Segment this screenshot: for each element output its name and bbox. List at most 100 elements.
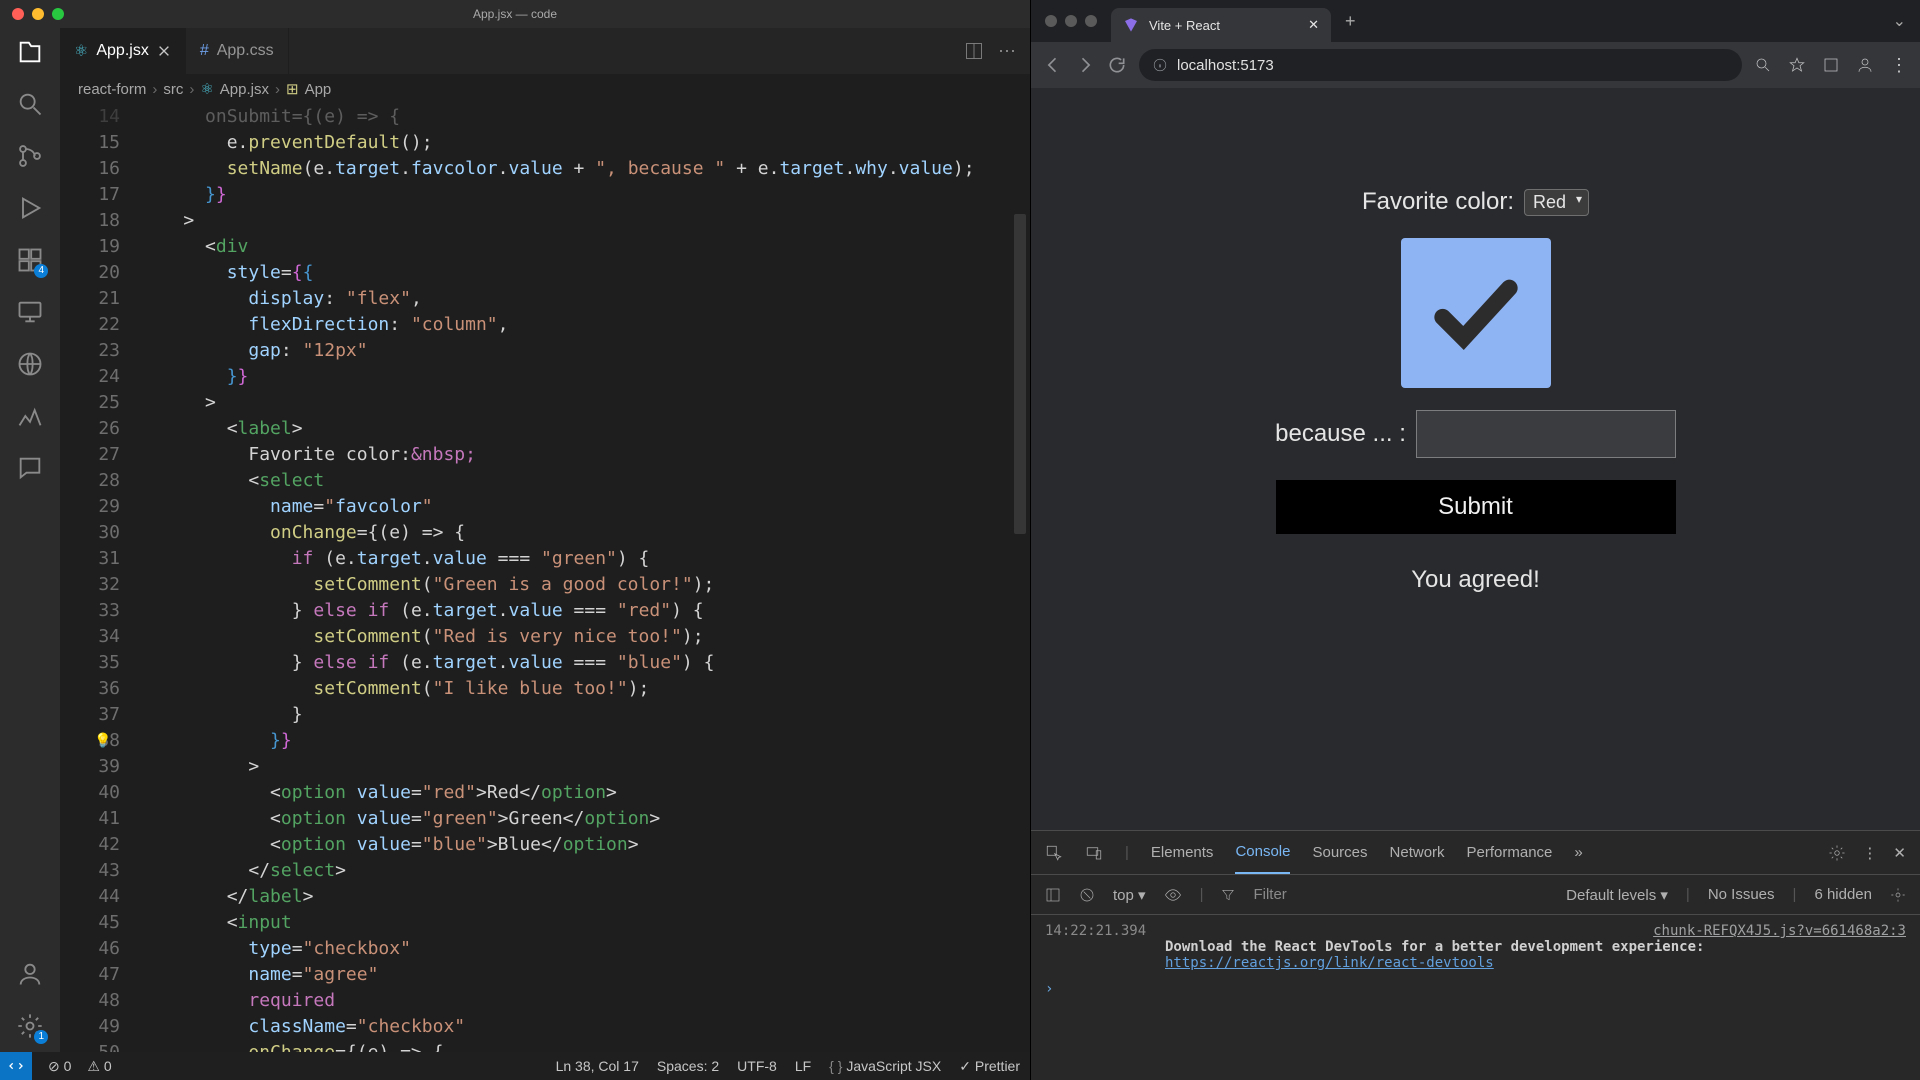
- react-file-icon: ⚛: [200, 80, 213, 98]
- extensions-puzzle-icon[interactable]: [1822, 56, 1840, 74]
- console-settings-icon[interactable]: [1890, 887, 1906, 903]
- close-icon[interactable]: [157, 44, 171, 58]
- search-icon[interactable]: [16, 90, 44, 118]
- more-actions-icon[interactable]: ⋯: [998, 41, 1016, 62]
- submit-button[interactable]: Submit: [1276, 480, 1676, 534]
- devtools-tab-network[interactable]: Network: [1390, 844, 1445, 861]
- tab-app-css[interactable]: # App.css: [186, 28, 289, 74]
- clear-console-icon[interactable]: [1079, 887, 1095, 903]
- mac-zoom[interactable]: [52, 8, 64, 20]
- select-value: Red: [1533, 192, 1566, 212]
- log-levels-dropdown[interactable]: Default levels ▾: [1566, 886, 1668, 904]
- devtools-tab-console[interactable]: Console: [1235, 831, 1290, 874]
- inspect-element-icon[interactable]: [1045, 844, 1063, 862]
- extensions-icon[interactable]: 4: [16, 246, 44, 274]
- live-expression-eye-icon[interactable]: [1164, 886, 1182, 904]
- mac-minimize[interactable]: [1065, 15, 1077, 27]
- status-cursor-position[interactable]: Ln 38, Col 17: [556, 1058, 639, 1074]
- explorer-icon[interactable]: [16, 38, 44, 66]
- because-input[interactable]: [1416, 410, 1676, 458]
- device-toggle-icon[interactable]: [1085, 844, 1103, 862]
- devtools-tab-sources[interactable]: Sources: [1312, 844, 1367, 861]
- source-control-icon[interactable]: [16, 142, 44, 170]
- tab-bar: ⚛ App.jsx # App.css ⋯: [60, 28, 1030, 74]
- split-editor-icon[interactable]: [964, 41, 984, 61]
- profile-avatar-icon[interactable]: [1856, 56, 1874, 74]
- remote-explorer-icon[interactable]: [16, 298, 44, 326]
- vertical-scrollbar[interactable]: [1014, 214, 1026, 534]
- new-tab-button[interactable]: +: [1331, 11, 1370, 32]
- devtools-tab-elements[interactable]: Elements: [1151, 844, 1214, 861]
- breadcrumb-src[interactable]: src: [163, 81, 183, 98]
- back-icon[interactable]: [1043, 55, 1063, 75]
- chevron-right-icon: ›: [189, 81, 194, 98]
- close-icon[interactable]: ✕: [1308, 17, 1319, 33]
- bookmark-star-icon[interactable]: [1788, 56, 1806, 74]
- log-source-link[interactable]: chunk-REFQX4J5.js?v=661468a2:3: [1653, 923, 1906, 939]
- status-formatter[interactable]: ✓ Prettier: [959, 1058, 1020, 1075]
- execution-context[interactable]: top ▾: [1113, 886, 1146, 904]
- url-text: localhost:5173: [1177, 57, 1274, 74]
- mac-minimize[interactable]: [32, 8, 44, 20]
- favorite-color-select[interactable]: Red: [1524, 189, 1589, 216]
- reload-icon[interactable]: [1107, 55, 1127, 75]
- code-editor[interactable]: 1415161718192021222324252627282930313233…: [60, 104, 1030, 1052]
- mac-close[interactable]: [1045, 15, 1057, 27]
- tab-menu-chevron-icon[interactable]: ⌄: [1893, 11, 1906, 31]
- vscode-body: 4 1: [0, 28, 1030, 1052]
- breadcrumb-folder[interactable]: react-form: [78, 81, 146, 98]
- browser-preview-icon[interactable]: [16, 350, 44, 378]
- console-output[interactable]: 14:22:21.394 chunk-REFQX4J5.js?v=661468a…: [1031, 915, 1920, 1080]
- status-eol[interactable]: LF: [795, 1058, 811, 1074]
- chevron-right-icon: ›: [275, 81, 280, 98]
- activity-bar: 4 1: [0, 28, 60, 1052]
- comment-icon[interactable]: [16, 454, 44, 482]
- browser-toolbar: localhost:5173 ⋮: [1031, 42, 1920, 88]
- breadcrumb[interactable]: react-form › src › ⚛ App.jsx › ⊞ App: [60, 74, 1030, 104]
- console-sidebar-icon[interactable]: [1045, 887, 1061, 903]
- breadcrumb-file[interactable]: App.jsx: [220, 81, 269, 98]
- accounts-icon[interactable]: [16, 960, 44, 988]
- status-indent[interactable]: Spaces: 2: [657, 1058, 719, 1074]
- remote-indicator[interactable]: [0, 1052, 32, 1080]
- console-filter-input[interactable]: Filter: [1253, 886, 1548, 903]
- tab-app-jsx[interactable]: ⚛ App.jsx: [60, 28, 186, 74]
- run-debug-icon[interactable]: [16, 194, 44, 222]
- vscode-titlebar: App.jsx — code: [0, 0, 1030, 28]
- log-timestamp: 14:22:21.394: [1045, 923, 1146, 939]
- status-warnings[interactable]: ⚠ 0: [87, 1058, 111, 1075]
- settings-badge: 1: [34, 1030, 48, 1044]
- zoom-search-icon[interactable]: [1754, 56, 1772, 74]
- browser-traffic-lights: [1045, 15, 1097, 27]
- graph-icon[interactable]: [16, 402, 44, 430]
- site-info-icon[interactable]: [1153, 58, 1167, 72]
- issues-count[interactable]: No Issues: [1708, 886, 1775, 903]
- agree-checkbox[interactable]: [1401, 238, 1551, 388]
- browser-menu-icon[interactable]: ⋮: [1890, 55, 1908, 76]
- symbol-method-icon: ⊞: [286, 80, 299, 98]
- forward-icon[interactable]: [1075, 55, 1095, 75]
- console-prompt[interactable]: ›: [1045, 981, 1906, 997]
- code-content[interactable]: onSubmit={(e) => { e.preventDefault(); s…: [140, 104, 1030, 1052]
- browser-tab[interactable]: Vite + React ✕: [1111, 8, 1331, 42]
- mac-zoom[interactable]: [1085, 15, 1097, 27]
- status-language[interactable]: { } JavaScript JSX: [829, 1058, 941, 1074]
- because-label: because ... :: [1275, 420, 1406, 448]
- devtools-close-icon[interactable]: ✕: [1893, 844, 1906, 862]
- devtools-menu-icon[interactable]: ⋮: [1862, 844, 1877, 862]
- address-bar[interactable]: localhost:5173: [1139, 49, 1742, 81]
- tabbar-actions: ⋯: [964, 28, 1030, 74]
- mac-close[interactable]: [12, 8, 24, 20]
- settings-gear-icon[interactable]: 1: [16, 1012, 44, 1040]
- devtools-settings-icon[interactable]: [1828, 844, 1846, 862]
- devtools-tab-performance[interactable]: Performance: [1467, 844, 1553, 861]
- hidden-messages[interactable]: 6 hidden: [1814, 886, 1872, 903]
- breadcrumb-symbol[interactable]: App: [305, 81, 332, 98]
- log-url-link[interactable]: https://reactjs.org/link/react-devtools: [1165, 955, 1494, 971]
- browser-tab-title: Vite + React: [1149, 18, 1220, 33]
- filter-funnel-icon[interactable]: [1221, 888, 1235, 902]
- window-title: App.jsx — code: [473, 7, 557, 21]
- status-errors[interactable]: ⊘ 0: [48, 1058, 71, 1075]
- devtools-more-tabs[interactable]: »: [1574, 844, 1582, 861]
- status-encoding[interactable]: UTF-8: [737, 1058, 777, 1074]
